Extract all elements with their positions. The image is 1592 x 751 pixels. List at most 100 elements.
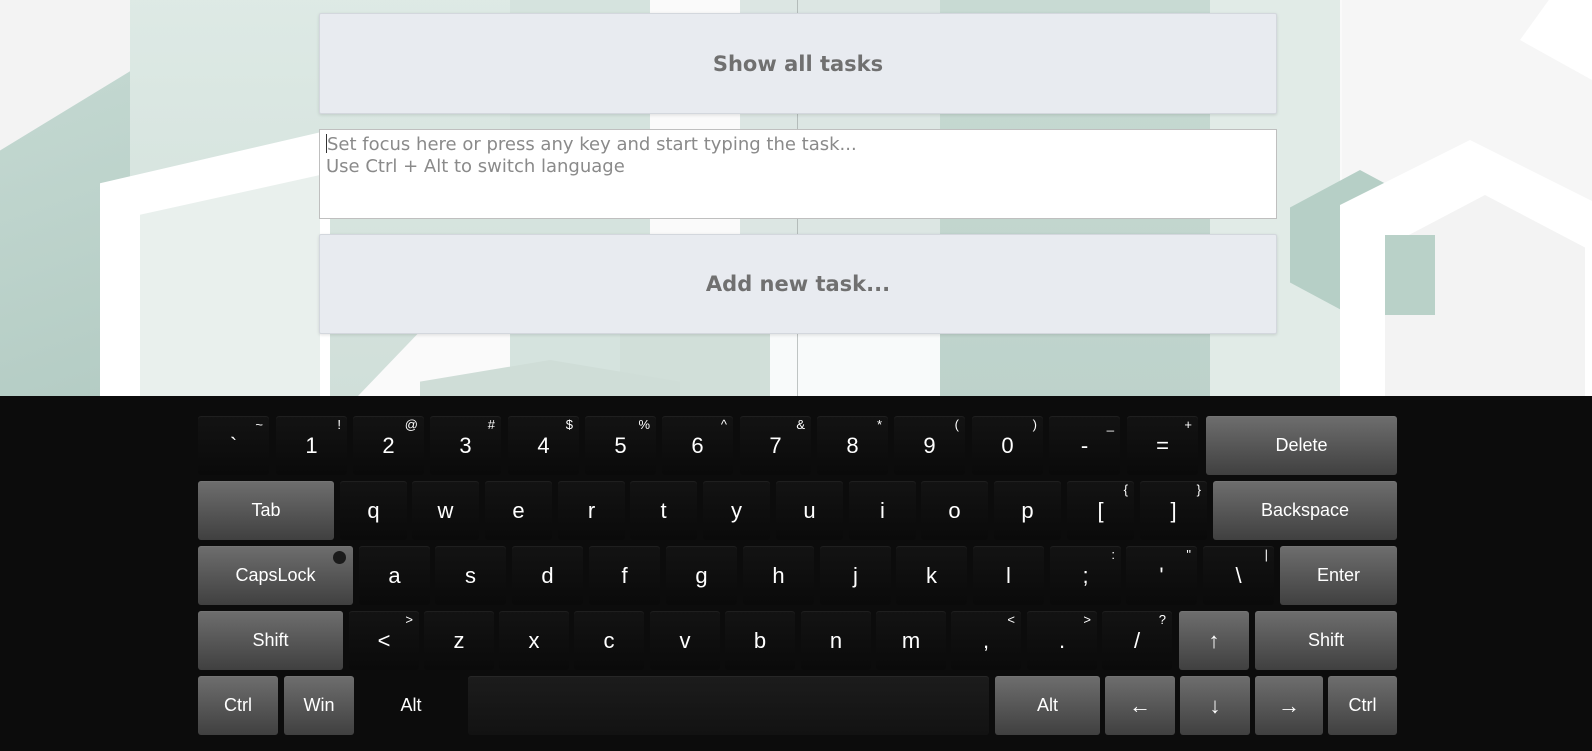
key-row2-4[interactable]: t bbox=[630, 481, 697, 540]
key-enter[interactable]: Enter bbox=[1280, 546, 1397, 605]
key-main-char: [ bbox=[1097, 497, 1104, 523]
key-row3-4[interactable]: g bbox=[666, 546, 737, 605]
key-row3-3[interactable]: f bbox=[589, 546, 660, 605]
key-arrow-up[interactable]: ↑ bbox=[1179, 611, 1249, 670]
key-row4-4[interactable]: v bbox=[650, 611, 720, 670]
key-row4-1[interactable]: z bbox=[424, 611, 494, 670]
key-row2-11[interactable]: ]} bbox=[1140, 481, 1207, 540]
key-ctrl-left-label: Ctrl bbox=[224, 695, 252, 715]
show-all-tasks-button[interactable]: Show all tasks bbox=[319, 13, 1277, 114]
key-row3-0[interactable]: a bbox=[359, 546, 430, 605]
key-row4-6[interactable]: n bbox=[801, 611, 871, 670]
key-arrow-right[interactable]: → bbox=[1255, 676, 1323, 735]
key-row4-0[interactable]: < > bbox=[349, 611, 419, 670]
capslock-indicator-icon bbox=[333, 551, 346, 564]
key-row4-7[interactable]: m bbox=[876, 611, 946, 670]
key-main-char: r bbox=[587, 497, 596, 523]
arrow-left-icon: ← bbox=[1129, 692, 1151, 718]
key-alt-left-label: Alt bbox=[400, 695, 422, 715]
key-main-char: 3 bbox=[459, 432, 472, 458]
key-row1-2[interactable]: 2 @ bbox=[353, 416, 424, 475]
key-row2-5[interactable]: y bbox=[703, 481, 770, 540]
key-main-char: . bbox=[1058, 627, 1066, 653]
key-row3-11[interactable]: \ | bbox=[1203, 546, 1274, 605]
key-row2-8[interactable]: o bbox=[921, 481, 988, 540]
key-shift-char: > bbox=[1083, 612, 1091, 627]
key-row4-9[interactable]: . > bbox=[1027, 611, 1097, 670]
key-row2-7[interactable]: i bbox=[849, 481, 916, 540]
key-row3-2[interactable]: d bbox=[512, 546, 583, 605]
task-input[interactable]: Set focus here or press any key and star… bbox=[319, 129, 1277, 219]
key-win[interactable]: Win bbox=[284, 676, 354, 735]
key-main-char: 2 bbox=[382, 432, 395, 458]
key-shift-char: ! bbox=[337, 417, 341, 432]
key-row1-10[interactable]: 0) bbox=[972, 416, 1043, 475]
add-new-task-button[interactable]: Add new task... bbox=[319, 234, 1277, 334]
key-row2-1[interactable]: w bbox=[412, 481, 479, 540]
key-row4-2[interactable]: x bbox=[499, 611, 569, 670]
key-row3-9[interactable]: ;: bbox=[1050, 546, 1121, 605]
key-row4-8[interactable]: , < bbox=[951, 611, 1021, 670]
key-row1-1[interactable]: 1! bbox=[276, 416, 347, 475]
key-main-char: e bbox=[512, 497, 525, 523]
key-row2-3[interactable]: r bbox=[558, 481, 625, 540]
key-row1-8[interactable]: 8 * bbox=[817, 416, 888, 475]
key-row3-6[interactable]: j bbox=[820, 546, 891, 605]
key-arrow-left[interactable]: ← bbox=[1105, 676, 1175, 735]
key-main-char: 4 bbox=[537, 432, 550, 458]
key-main-char: c bbox=[603, 627, 615, 653]
key-row2-10[interactable]: [{ bbox=[1067, 481, 1134, 540]
key-row1-9[interactable]: 9( bbox=[894, 416, 965, 475]
key-shift-char: @ bbox=[404, 417, 418, 432]
key-main-char: 5 bbox=[614, 432, 627, 458]
key-shift-left[interactable]: Shift bbox=[198, 611, 343, 670]
key-tab-label: Tab bbox=[251, 500, 281, 520]
key-main-char: , bbox=[982, 627, 990, 653]
key-row1-11[interactable]: - _ bbox=[1049, 416, 1120, 475]
key-shift-char: _ bbox=[1106, 417, 1114, 432]
key-row2-2[interactable]: e bbox=[485, 481, 552, 540]
key-row1-4[interactable]: 4 $ bbox=[508, 416, 579, 475]
key-capslock[interactable]: CapsLock bbox=[198, 546, 353, 605]
key-arrow-down[interactable]: ↓ bbox=[1180, 676, 1250, 735]
key-main-char: w bbox=[437, 497, 454, 523]
key-alt-right[interactable]: Alt bbox=[995, 676, 1100, 735]
key-row3-7[interactable]: k bbox=[896, 546, 967, 605]
key-main-char: v bbox=[679, 627, 691, 653]
key-space[interactable] bbox=[468, 676, 989, 735]
key-tab[interactable]: Tab bbox=[198, 481, 334, 540]
key-delete[interactable]: Delete bbox=[1206, 416, 1397, 475]
key-row3-1[interactable]: s bbox=[435, 546, 506, 605]
key-shift-char: ^ bbox=[720, 417, 727, 432]
key-alt-left[interactable]: Alt bbox=[360, 676, 462, 735]
key-row1-7[interactable]: 7 & bbox=[740, 416, 811, 475]
key-row1-12[interactable]: = + bbox=[1127, 416, 1198, 475]
virtual-keyboard: Delete Tab Backspace CapsLock Enter Shif… bbox=[0, 396, 1592, 751]
key-row3-8[interactable]: l bbox=[973, 546, 1044, 605]
key-row1-5[interactable]: 5% bbox=[585, 416, 656, 475]
key-row2-0[interactable]: q bbox=[340, 481, 407, 540]
key-row3-5[interactable]: h bbox=[743, 546, 814, 605]
key-row1-3[interactable]: 3 # bbox=[430, 416, 501, 475]
key-backspace[interactable]: Backspace bbox=[1213, 481, 1397, 540]
key-row1-6[interactable]: 6 ^ bbox=[662, 416, 733, 475]
key-main-char: - bbox=[1080, 432, 1089, 458]
key-main-char: ] bbox=[1170, 497, 1177, 523]
key-main-char: \ bbox=[1235, 562, 1242, 588]
key-shift-right[interactable]: Shift bbox=[1255, 611, 1397, 670]
key-row3-10[interactable]: ' " bbox=[1126, 546, 1197, 605]
key-shift-char: * bbox=[876, 417, 882, 432]
key-ctrl-right[interactable]: Ctrl bbox=[1328, 676, 1397, 735]
key-row4-3[interactable]: c bbox=[574, 611, 644, 670]
key-main-char: i bbox=[880, 497, 885, 523]
key-ctrl-left[interactable]: Ctrl bbox=[198, 676, 278, 735]
key-shift-char: $ bbox=[565, 417, 573, 432]
key-row1-0[interactable]: ` ~ bbox=[198, 416, 269, 475]
arrow-up-icon: ↑ bbox=[1208, 627, 1220, 653]
key-row4-5[interactable]: b bbox=[725, 611, 795, 670]
key-row4-10[interactable]: /? bbox=[1102, 611, 1172, 670]
key-row2-9[interactable]: p bbox=[994, 481, 1061, 540]
key-shift-char: < bbox=[1007, 612, 1015, 627]
key-shift-char: % bbox=[638, 417, 650, 432]
key-row2-6[interactable]: u bbox=[776, 481, 843, 540]
